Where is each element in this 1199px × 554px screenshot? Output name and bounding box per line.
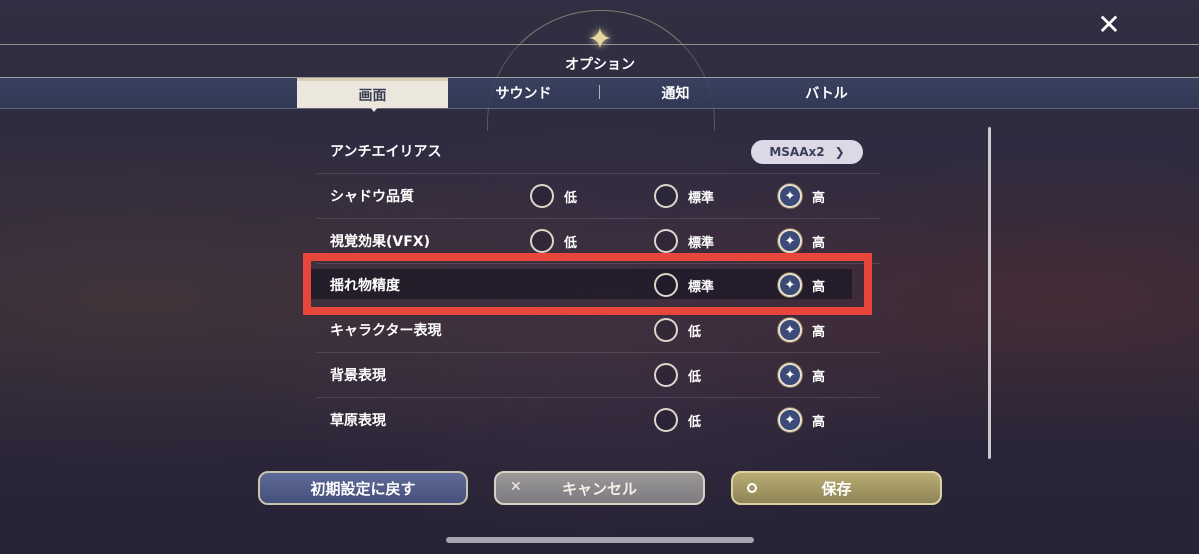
radio-icon[interactable] — [654, 318, 678, 342]
active-tab-pointer-icon — [370, 107, 378, 112]
radio-selected-icon[interactable]: ✦ — [778, 408, 802, 432]
setting-row-background: 背景表現 低 ✦ 高 — [316, 353, 880, 398]
cancel-button-label: キャンセル — [561, 479, 637, 498]
close-button[interactable]: ✕ — [1094, 8, 1124, 41]
tab-battle[interactable]: バトル — [751, 78, 902, 108]
page-title: オプション — [565, 57, 635, 73]
reset-button-label: 初期設定に戻す — [310, 479, 416, 498]
annotation-highlight-box — [303, 253, 872, 315]
setting-label: 草原表現 — [330, 413, 386, 429]
radio-selected-icon[interactable]: ✦ — [778, 363, 802, 387]
home-indicator[interactable] — [446, 537, 754, 543]
dropdown-value: MSAAx2 — [769, 145, 825, 159]
tab-notification[interactable]: 通知 — [600, 78, 751, 108]
chevron-down-icon: ❯ — [834, 145, 845, 159]
save-button-label: 保存 — [821, 479, 852, 498]
option-low[interactable]: 低 — [654, 406, 701, 434]
x-icon: ✕ — [510, 479, 522, 495]
radio-icon[interactable] — [530, 229, 554, 253]
option-standard[interactable]: 標準 — [654, 227, 714, 255]
setting-row-antialias: アンチエイリアス MSAAx2 ❯ — [316, 129, 880, 174]
setting-label: アンチエイリアス — [330, 144, 442, 160]
radio-selected-icon[interactable]: ✦ — [778, 229, 802, 253]
save-button[interactable]: 保存 — [731, 471, 942, 505]
tab-screen[interactable]: 画面 — [297, 78, 448, 108]
option-high[interactable]: ✦ 高 — [778, 316, 825, 344]
option-high[interactable]: ✦ 高 — [778, 406, 825, 434]
option-high[interactable]: ✦ 高 — [778, 227, 825, 255]
star-emblem-icon: ✦ — [587, 21, 613, 57]
radio-icon[interactable] — [654, 184, 678, 208]
tab-sound[interactable]: サウンド — [448, 78, 599, 108]
radio-icon[interactable] — [654, 408, 678, 432]
setting-label: シャドウ品質 — [330, 189, 414, 205]
cancel-button[interactable]: ✕ キャンセル — [494, 471, 705, 505]
radio-icon[interactable] — [654, 229, 678, 253]
setting-row-grass: 草原表現 低 ✦ 高 — [316, 398, 880, 442]
setting-row-character: キャラクター表現 低 ✦ 高 — [316, 308, 880, 353]
option-low[interactable]: 低 — [654, 316, 701, 344]
option-standard[interactable]: 標準 — [654, 182, 714, 210]
setting-row-shadow: シャドウ品質 低 標準 ✦ 高 — [316, 174, 880, 219]
radio-icon[interactable] — [654, 363, 678, 387]
option-low[interactable]: 低 — [530, 227, 577, 255]
antialias-dropdown[interactable]: MSAAx2 ❯ — [751, 140, 863, 164]
scrollbar[interactable] — [988, 127, 991, 459]
reset-defaults-button[interactable]: 初期設定に戻す — [258, 471, 468, 505]
radio-selected-icon[interactable]: ✦ — [778, 318, 802, 342]
setting-label: 背景表現 — [330, 368, 386, 384]
setting-label: キャラクター表現 — [330, 323, 442, 339]
tab-separator — [599, 85, 600, 99]
radio-icon[interactable] — [530, 184, 554, 208]
option-high[interactable]: ✦ 高 — [778, 182, 825, 210]
option-low[interactable]: 低 — [654, 361, 701, 389]
circle-icon — [747, 483, 757, 493]
radio-selected-icon[interactable]: ✦ — [778, 184, 802, 208]
option-high[interactable]: ✦ 高 — [778, 361, 825, 389]
option-low[interactable]: 低 — [530, 182, 577, 210]
